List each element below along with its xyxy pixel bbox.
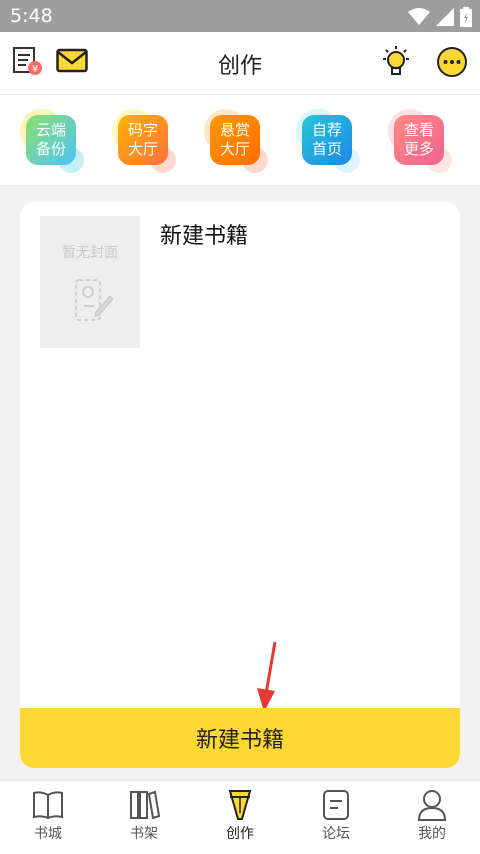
quick-tile: 查看 更多	[394, 115, 444, 165]
app-header: ¥ 创作	[0, 32, 480, 95]
tab-bookstore[interactable]: 书城	[0, 787, 96, 843]
quick-label-line1: 云端	[35, 121, 66, 139]
tab-icon-wrap	[0, 787, 96, 823]
tab-icon-wrap	[384, 787, 480, 823]
tab-label: 书架	[130, 826, 158, 842]
bookshelf-icon	[130, 790, 160, 820]
battery-icon	[460, 7, 472, 27]
quick-tile: 悬赏 大厅	[210, 115, 260, 165]
tab-profile[interactable]: 我的	[384, 787, 480, 843]
more-icon[interactable]	[436, 46, 468, 82]
quick-label-line1: 自荐	[311, 121, 342, 139]
tab-label: 创作	[226, 826, 254, 842]
phone-pencil-icon	[75, 279, 114, 321]
pen-nib-icon	[228, 790, 252, 820]
wifi-icon	[408, 8, 430, 25]
cover-placeholder-text: 暂无封面	[62, 245, 118, 261]
tab-forum[interactable]: 论坛	[288, 787, 384, 843]
status-icons	[408, 7, 472, 27]
bounty-hall-button[interactable]: 悬赏 大厅	[204, 109, 268, 173]
quick-label-line2: 备份	[35, 140, 66, 158]
open-book-icon	[33, 791, 63, 820]
quick-label-line1: 查看	[403, 121, 434, 139]
new-book-card: 暂无封面 新建书籍 新建书籍	[20, 202, 460, 768]
quick-label-line2: 更多	[403, 140, 434, 158]
status-time: 5:48	[10, 5, 53, 27]
tab-icon-wrap	[288, 787, 384, 823]
signal-icon	[436, 8, 454, 26]
tab-icon-wrap	[192, 787, 288, 823]
lightbulb-icon[interactable]	[380, 45, 412, 83]
quick-label-line2: 首页	[311, 140, 342, 158]
tab-create[interactable]: 创作	[192, 787, 288, 843]
new-book-title[interactable]: 新建书籍	[160, 218, 248, 250]
main-content: 暂无封面 新建书籍 新建书籍	[0, 186, 480, 780]
tab-bookshelf[interactable]: 书架	[96, 787, 192, 843]
tab-icon-wrap	[96, 787, 192, 823]
quick-label-line2: 大厅	[127, 140, 158, 158]
tab-label: 我的	[418, 826, 446, 842]
book-cover-placeholder[interactable]: 暂无封面	[40, 216, 140, 348]
quick-label-line1: 码字	[127, 121, 158, 139]
forum-icon	[323, 790, 349, 820]
tab-label: 论坛	[322, 826, 350, 842]
quick-actions-bar: 云端 备份 码字 大厅 悬赏 大厅 自荐 首页 查看 更多	[0, 95, 480, 185]
recommend-home-button[interactable]: 自荐 首页	[296, 109, 360, 173]
quick-tile: 云端 备份	[26, 115, 76, 165]
quick-tile: 自荐 首页	[302, 115, 352, 165]
cloud-backup-button[interactable]: 云端 备份	[20, 109, 84, 173]
writing-hall-button[interactable]: 码字 大厅	[112, 109, 176, 173]
bottom-tab-bar: 书城 书架 创作 论坛 我的	[0, 780, 480, 854]
quick-label-line1: 悬赏	[219, 121, 250, 139]
quick-label-line2: 大厅	[219, 140, 250, 158]
status-bar: 5:48	[0, 0, 480, 32]
quick-tile: 码字 大厅	[118, 115, 168, 165]
user-icon	[417, 790, 447, 821]
tab-label: 书城	[34, 826, 62, 842]
red-arrow-indicator	[257, 642, 277, 712]
view-more-button[interactable]: 查看 更多	[388, 109, 452, 173]
new-book-button[interactable]: 新建书籍	[20, 708, 460, 768]
